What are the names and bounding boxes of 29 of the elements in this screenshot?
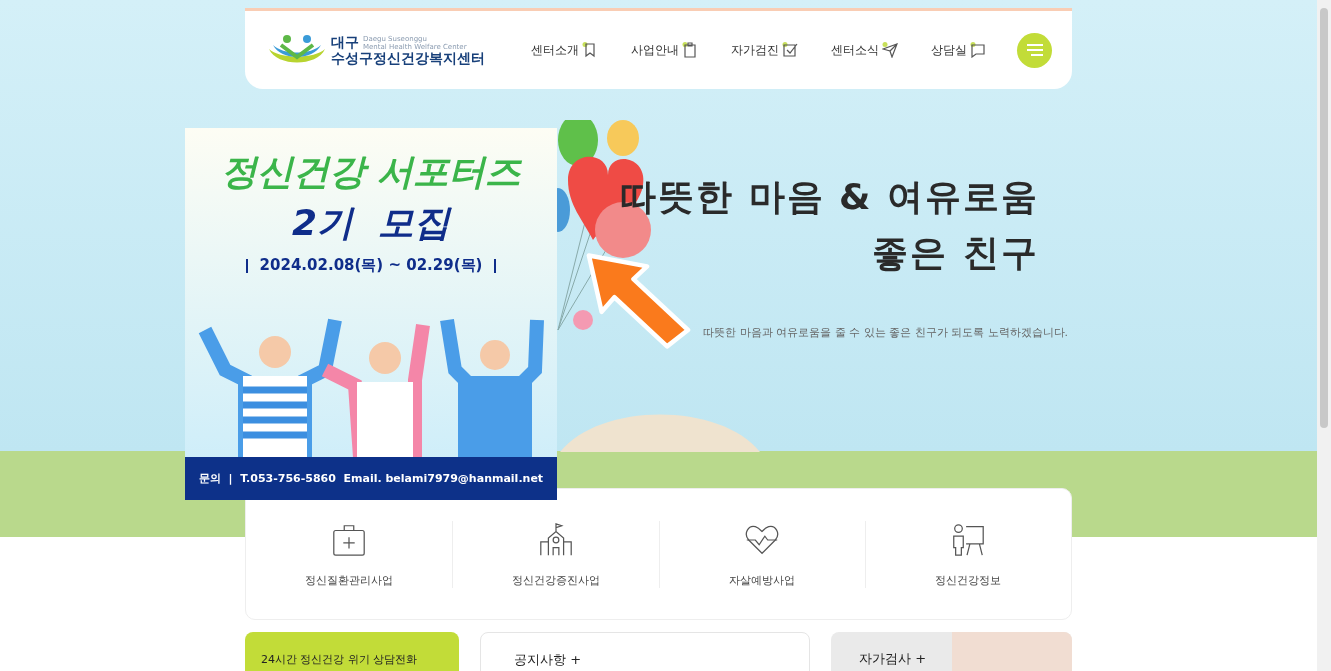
popup-period: 2024.02.08(목) ~ 02.29(목) <box>259 256 483 275</box>
hero-headline: 따뜻한 마음 & 여유로움 <box>620 175 1040 219</box>
hero-headline: 좋은 친구 <box>872 231 1040 275</box>
hero-tagline: 따뜻한 마음과 여유로움을 줄 수 있는 좋은 친구가 되도록 노력하겠습니다. <box>703 325 1069 340</box>
hotline-panel[interactable]: 24시간 정신건강 위기 상담전화 <box>245 632 459 671</box>
clipboard-icon <box>682 42 698 58</box>
logo-name: 수성구정신건강복지센터 <box>331 50 485 66</box>
menu-button[interactable] <box>1017 32 1052 68</box>
notice-panel[interactable]: 공지사항 + <box>480 632 810 671</box>
nav-link[interactable]: 자가검진 <box>731 41 798 59</box>
nav-link[interactable]: 사업안내 <box>631 41 698 59</box>
send-icon <box>882 42 898 58</box>
nav-link[interactable]: 센터소개 <box>531 41 598 59</box>
nav-link[interactable]: 센터소식 <box>831 41 898 59</box>
service-link[interactable]: 정신질환관리사업 <box>246 520 453 588</box>
bookmark-icon <box>582 42 598 58</box>
service-link[interactable]: 정신건강증진사업 <box>452 520 659 588</box>
checkbox-icon <box>782 42 798 58</box>
selftest-panel[interactable]: 자가검사 + <box>831 632 1072 671</box>
popup-subtitle: 2기 모집 <box>291 201 451 245</box>
popup-banner[interactable]: 정신건강 서포터즈 2기 모집 2024.02.08(목) ~ 02.29(목) 문의 | T.053-756-5860 Email. belami7979@hanmail.net <box>185 128 557 500</box>
service-link[interactable]: 자살예방사업 <box>658 520 865 588</box>
nav-link[interactable]: 상담실 <box>931 41 986 59</box>
chat-icon <box>970 42 986 58</box>
popup-contact: 문의 | T.053-756-5860 Email. belami7979@hanmail.net <box>185 457 557 500</box>
service-link[interactable]: 정신건강정보 <box>864 520 1071 588</box>
logo-region: 대구 <box>331 35 359 50</box>
menu-icon <box>1025 43 1044 57</box>
popup-title: 정신건강 서포터즈 <box>220 150 522 194</box>
